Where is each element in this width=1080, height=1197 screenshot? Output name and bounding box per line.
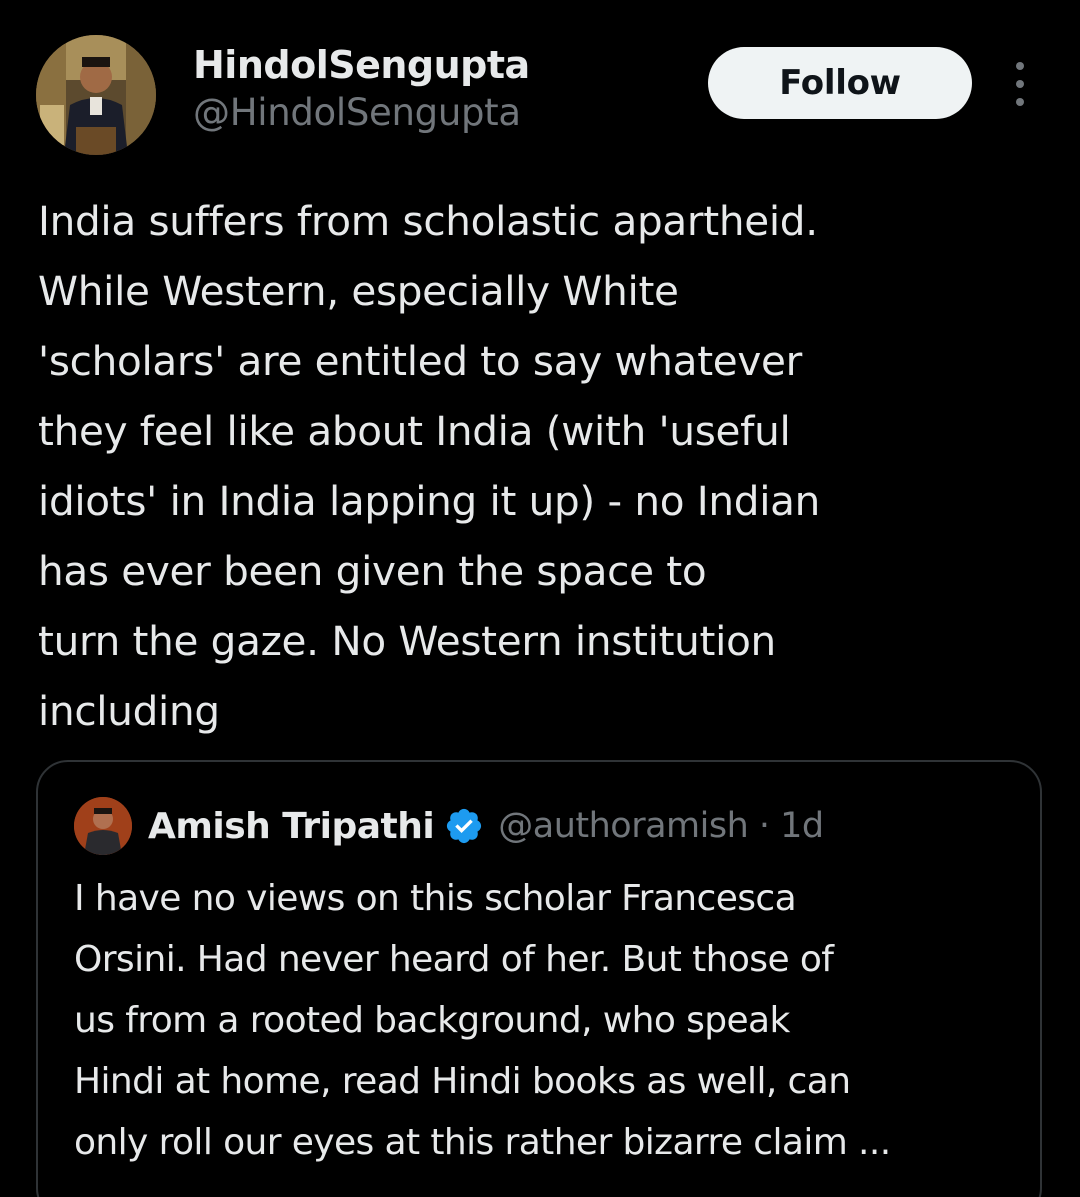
quoted-author-avatar[interactable]: [74, 797, 132, 855]
tweet-line: idiots' in India lapping it up) - no Ind…: [38, 477, 821, 525]
tweet-line: turn the gaze. No Western institution: [38, 617, 776, 665]
tweet-line: 'scholars' are entitled to say whatever: [38, 337, 803, 385]
tweet-line: including: [38, 687, 220, 735]
quoted-author-handle-time[interactable]: @authoramish · 1d: [498, 806, 824, 846]
author-info: HindolSengupta @HindolSengupta: [193, 40, 530, 136]
dot: [1016, 62, 1024, 70]
more-vertical-icon[interactable]: [1004, 62, 1036, 106]
follow-button[interactable]: Follow: [708, 47, 972, 119]
quoted-tweet-header: Amish Tripathi @authoramish · 1d: [74, 797, 824, 855]
quoted-author-name[interactable]: Amish Tripathi: [148, 806, 435, 847]
quoted-tweet-line: Hindi at home, read Hindi books as well,…: [74, 1061, 851, 1102]
avatar-photo-icon: [36, 35, 156, 155]
author-display-name[interactable]: HindolSengupta: [193, 40, 530, 90]
quoted-tweet-card[interactable]: Amish Tripathi @authoramish · 1d I have …: [36, 760, 1042, 1197]
quoted-tweet-line: I have no views on this scholar Francesc…: [74, 878, 797, 919]
tweet-line: India suffers from scholastic apartheid.: [38, 197, 818, 245]
author-avatar[interactable]: [36, 35, 156, 155]
quoted-tweet-line: only roll our eyes at this rather bizarr…: [74, 1122, 891, 1163]
avatar-photo-icon: [74, 797, 132, 855]
tweet-header: HindolSengupta @HindolSengupta Follow: [0, 0, 1080, 170]
tweet-line: they feel like about India (with 'useful: [38, 407, 791, 455]
tweet-line: While Western, especially White: [38, 267, 679, 315]
dot: [1016, 80, 1024, 88]
tweet-body: India suffers from scholastic apartheid.…: [38, 186, 1048, 746]
tweet-line: has ever been given the space to: [38, 547, 707, 595]
quoted-tweet-body: I have no views on this scholar Francesc…: [74, 868, 1024, 1173]
quoted-tweet-line: Orsini. Had never heard of her. But thos…: [74, 939, 834, 980]
verified-badge-icon: [447, 808, 482, 844]
dot: [1016, 98, 1024, 106]
quoted-tweet-line: us from a rooted background, who speak: [74, 1000, 790, 1041]
author-handle[interactable]: @HindolSengupta: [193, 90, 530, 136]
